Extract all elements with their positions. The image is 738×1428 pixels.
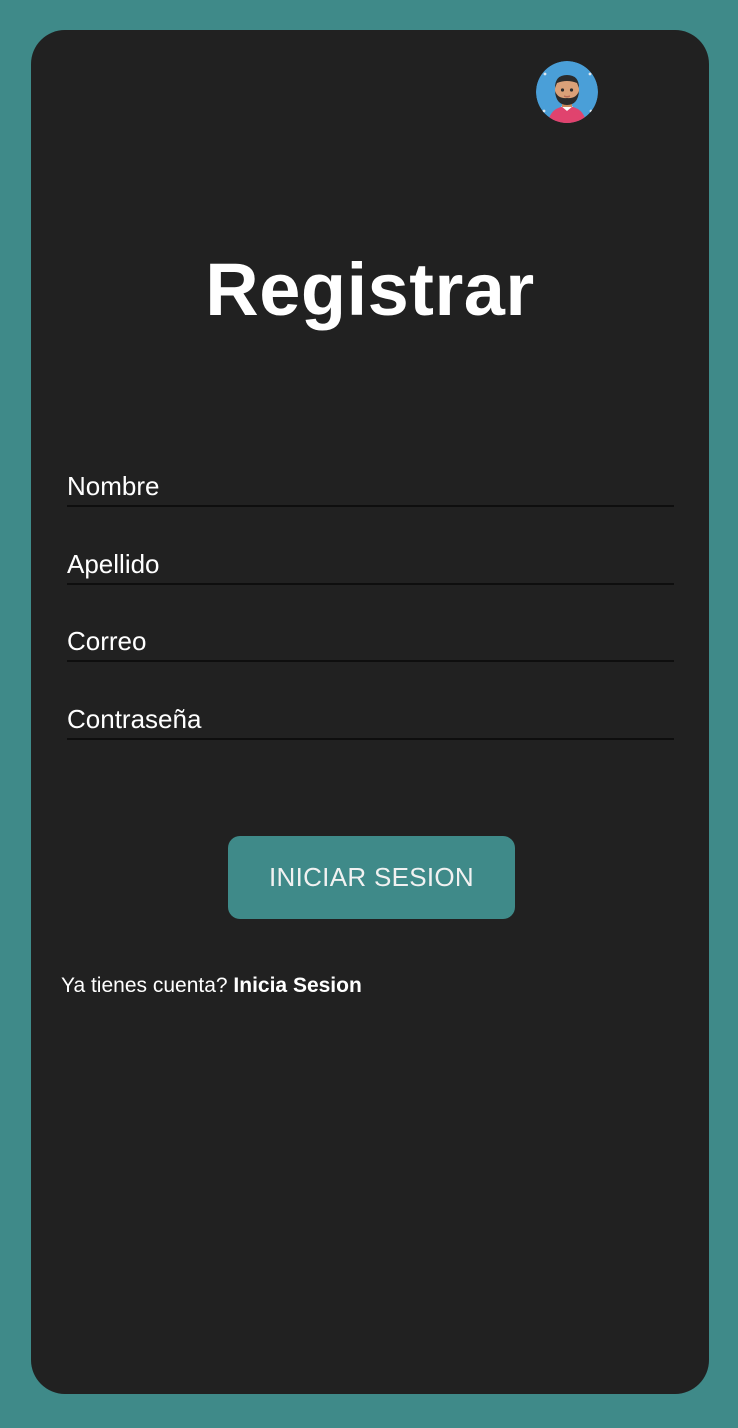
submit-button[interactable]: INICIAR SESION xyxy=(228,836,515,919)
avatar[interactable] xyxy=(536,61,598,123)
correo-input[interactable] xyxy=(67,622,674,660)
page-title: Registrar xyxy=(205,248,535,331)
apellido-field-wrapper xyxy=(67,545,674,585)
contrasena-field-wrapper xyxy=(67,700,674,740)
login-prompt: Ya tienes cuenta? Inicia Sesion xyxy=(61,974,362,998)
apellido-input[interactable] xyxy=(67,545,674,583)
register-card: Registrar INICIAR SESION Ya tienes cuent… xyxy=(31,30,709,1394)
avatar-icon xyxy=(536,61,598,123)
nombre-field-wrapper xyxy=(67,467,674,507)
contrasena-input[interactable] xyxy=(67,700,674,738)
nombre-input[interactable] xyxy=(67,467,674,505)
login-prompt-text: Ya tienes cuenta? xyxy=(61,974,228,997)
correo-field-wrapper xyxy=(67,622,674,662)
login-link[interactable]: Inicia Sesion xyxy=(233,974,361,997)
